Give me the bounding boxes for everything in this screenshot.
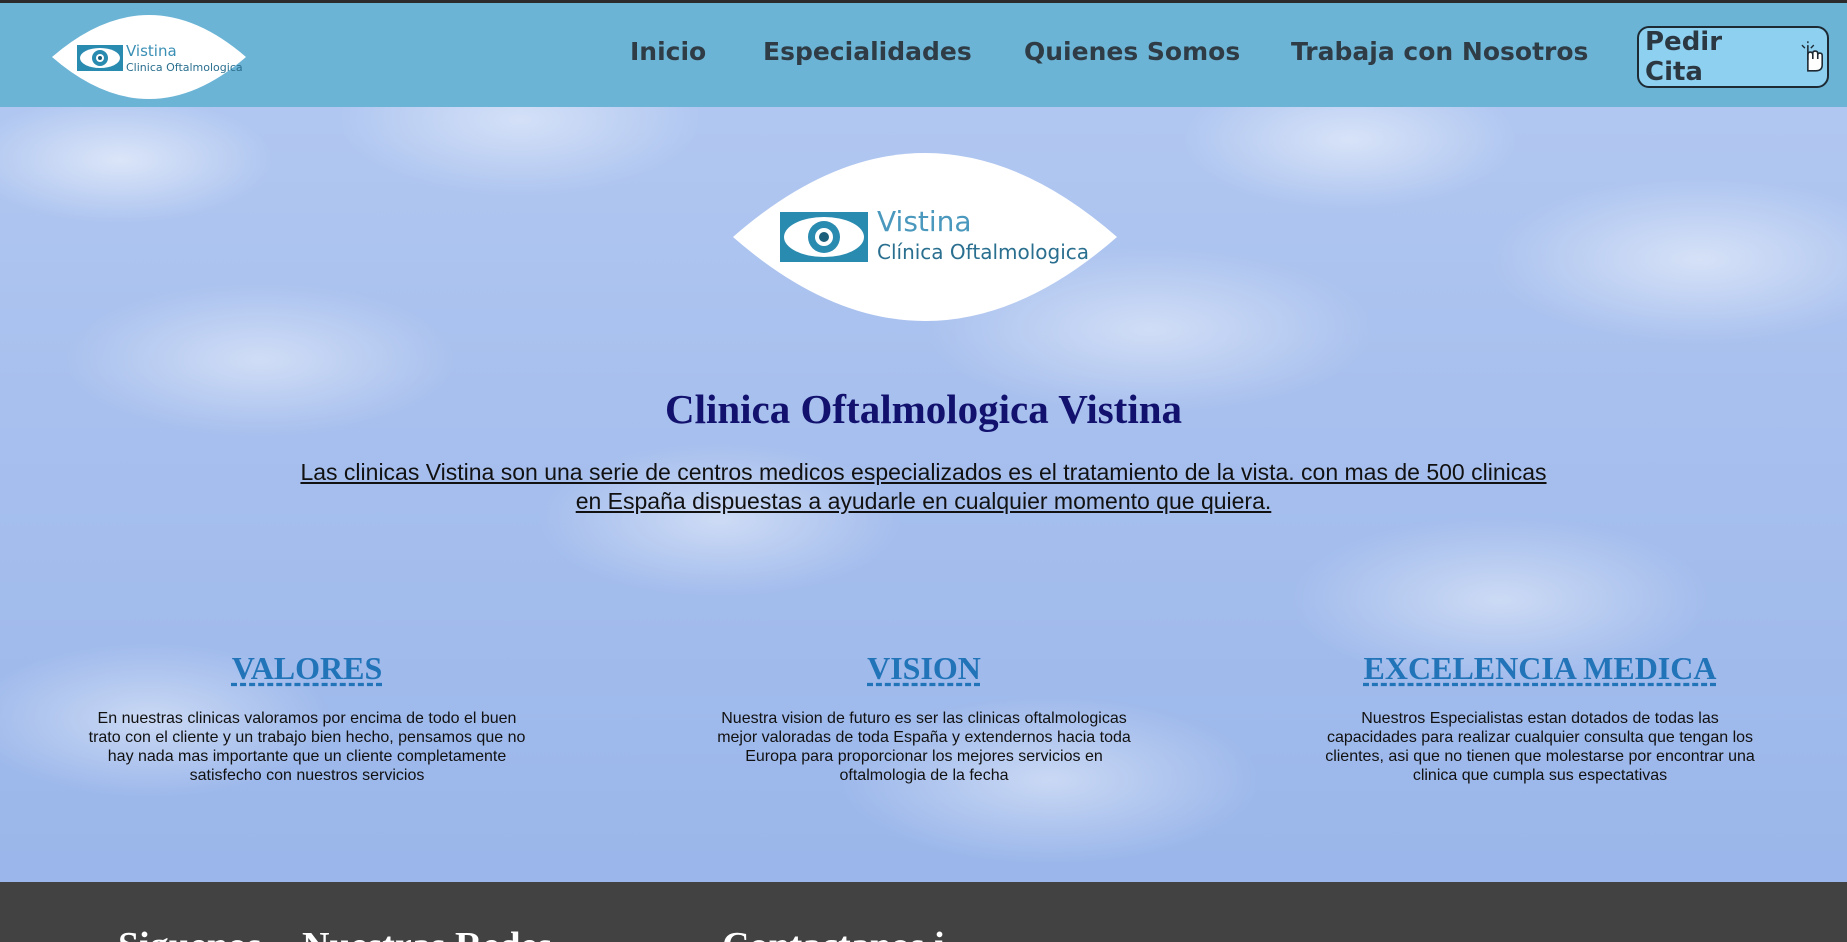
pedir-cita-button[interactable]: Pedir Cita	[1637, 26, 1829, 88]
intro-text: Las clinicas Vistina son una serie de ce…	[300, 459, 1547, 514]
header-logo[interactable]: Vistina Clinica Oftalmologica	[52, 9, 246, 105]
column-text: Nuestra vision de futuro es ser las clin…	[717, 710, 1131, 784]
column-valores: VALORES En nuestras clinicas valoramos p…	[87, 650, 527, 785]
hero-logo-name: Vistina	[877, 205, 972, 238]
column-heading[interactable]: VALORES	[87, 650, 527, 687]
pedir-cita-label: Pedir Cita	[1645, 27, 1723, 87]
eye-logo-icon	[780, 212, 868, 262]
header-logo-name: Vistina	[126, 42, 177, 60]
pointer-hand-icon	[1801, 41, 1824, 72]
column-heading[interactable]: EXCELENCIA MEDICA	[1320, 650, 1760, 687]
header-logo-subtitle: Clinica Oftalmologica	[126, 61, 243, 74]
nav-item-trabaja-con-nosotros[interactable]: Trabaja con Nosotros	[1291, 37, 1588, 66]
footer-heading-siguenos: Siguenos	[118, 924, 262, 942]
column-excelencia-medica: EXCELENCIA MEDICA Nuestros Especialistas…	[1320, 650, 1760, 785]
nav-item-quienes-somos[interactable]: Quienes Somos	[1024, 37, 1240, 66]
nav-item-especialidades[interactable]: Especialidades	[763, 37, 972, 66]
column-text: En nuestras clinicas valoramos por encim…	[88, 710, 526, 784]
footer-heading-contacto: Contactanos i	[722, 924, 945, 942]
column-vision: VISION Nuestra vision de futuro es ser l…	[704, 650, 1144, 785]
nav-item-inicio[interactable]: Inicio	[630, 37, 706, 66]
eye-logo-icon	[77, 45, 123, 71]
footer-heading-redes: Nuestras Redes	[302, 924, 552, 942]
hero-logo-subtitle: Clínica Oftalmologica	[877, 240, 1089, 264]
site-footer: Siguenos Nuestras Redes Contactanos i	[0, 882, 1847, 942]
column-heading[interactable]: VISION	[704, 650, 1144, 687]
hero-logo: Vistina Clínica Oftalmologica	[733, 153, 1117, 321]
page-title: Clinica Oftalmologica Vistina	[664, 386, 1183, 432]
column-text: Nuestros Especialistas estan dotados de …	[1325, 710, 1755, 784]
site-header: Vistina Clinica Oftalmologica Inicio Esp…	[0, 0, 1847, 107]
